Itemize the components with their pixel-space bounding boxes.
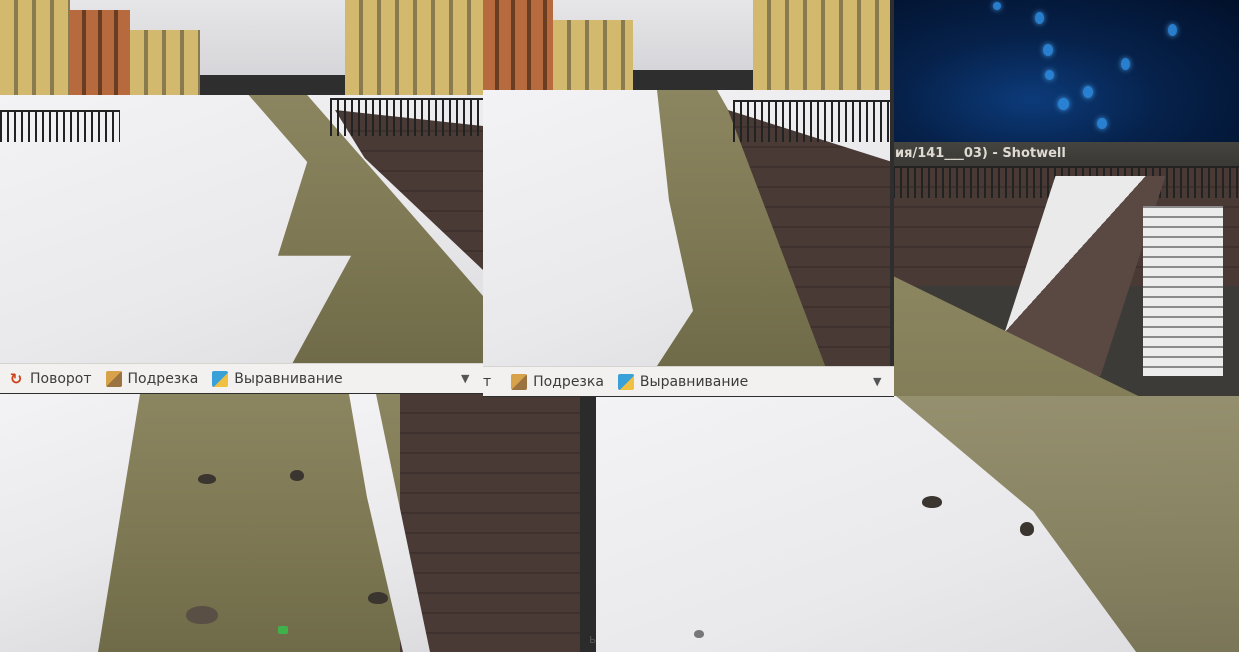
crop-label: Подрезка [533,373,604,390]
crop-label: Подрезка [127,370,199,387]
photo-toolbar: т Подрезка Выравнивание ▼ [483,366,894,396]
crop-icon [105,370,122,387]
chevron-down-icon[interactable]: ▼ [873,375,881,388]
partial-label: ь [589,632,597,646]
straighten-button[interactable]: Выравнивание [212,370,343,387]
straighten-label: Выравнивание [234,370,343,387]
desktop-wallpaper [893,0,1239,142]
photo-ducks-ice [0,394,580,652]
rotate-button-partial[interactable]: т [483,374,491,390]
duck [186,606,218,624]
rotate-button[interactable]: ↻ Поворот [8,371,92,387]
chevron-down-icon[interactable]: ▼ [461,372,469,385]
photo-toolbar: ↻ Поворот Подрезка Выравнивание ▼ [0,363,483,393]
straighten-icon [212,370,229,387]
photo-canal-view-1 [0,0,483,363]
shotwell-window-middle[interactable]: т Подрезка Выравнивание ▼ [483,0,894,397]
photo-ducks-snow [596,396,1239,652]
duck [368,592,388,604]
window-title: ия/141___03) - Shotwell [893,142,1239,166]
straighten-label: Выравнивание [639,373,749,390]
crop-button[interactable]: Подрезка [511,373,604,390]
straighten-icon [617,373,634,390]
bird [694,630,704,638]
crop-icon [511,373,528,390]
photo-canal-view-2 [483,0,890,366]
pigeon [198,474,216,484]
duck [922,496,942,508]
shotwell-window-front[interactable]: ↻ Поворот Подрезка Выравнивание ▼ [0,0,483,394]
rotate-icon: ↻ [9,369,23,388]
duck [1020,522,1034,536]
crop-button[interactable]: Подрезка [105,370,199,387]
rotate-label: Поворот [30,370,92,387]
pigeon [290,470,304,481]
straighten-button[interactable]: Выравнивание [617,373,749,390]
